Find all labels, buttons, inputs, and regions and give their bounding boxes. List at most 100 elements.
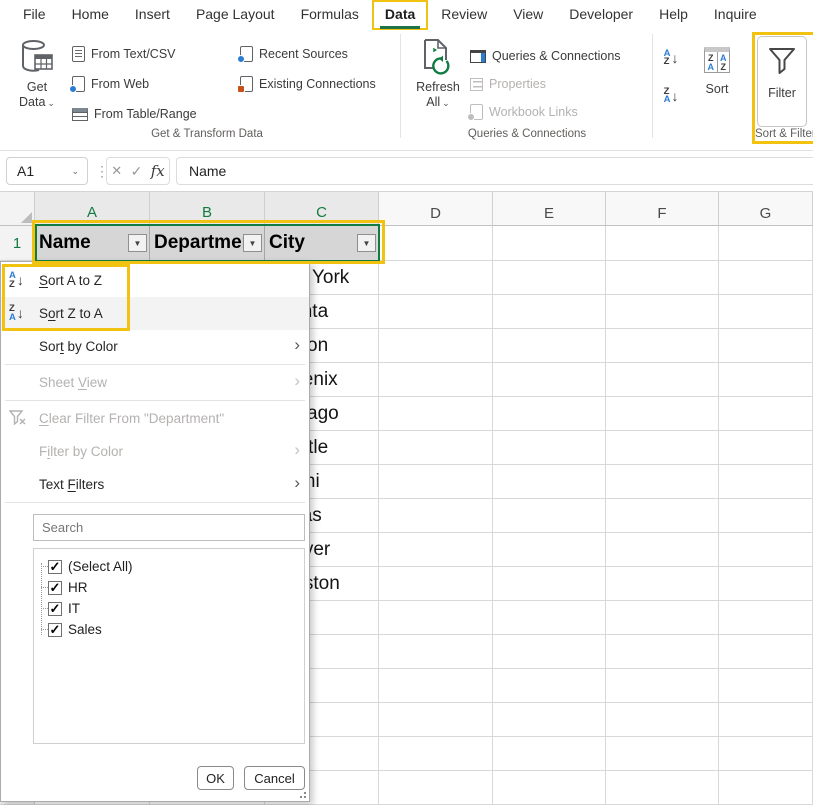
cell-A1[interactable]: Name▼ (35, 226, 150, 261)
cell-D17[interactable] (379, 771, 493, 805)
cell-G17[interactable] (719, 771, 813, 805)
cell-G8[interactable] (719, 465, 813, 499)
checkbox[interactable]: ✓ (48, 581, 62, 595)
from-text-csv-button[interactable]: From Text/CSV (72, 44, 176, 64)
tab-formulas[interactable]: Formulas (288, 0, 372, 30)
row-header-1[interactable]: 1 (0, 226, 35, 261)
cell-D7[interactable] (379, 431, 493, 465)
column-header-G[interactable]: G (719, 192, 813, 226)
tab-review[interactable]: Review (428, 0, 500, 30)
insert-function-icon[interactable]: fx (151, 162, 165, 180)
cell-E9[interactable] (493, 499, 606, 533)
from-table-range-button[interactable]: From Table/Range (72, 104, 197, 124)
tab-home[interactable]: Home (59, 0, 122, 30)
cell-F9[interactable] (606, 499, 719, 533)
cell-G6[interactable] (719, 397, 813, 431)
cell-E16[interactable] (493, 737, 606, 771)
cell-D8[interactable] (379, 465, 493, 499)
cell-G2[interactable] (719, 261, 813, 295)
filter-value-hr[interactable]: ✓HR (34, 577, 304, 598)
tab-data[interactable]: Data (372, 0, 428, 30)
cell-G4[interactable] (719, 329, 813, 363)
cell-E10[interactable] (493, 533, 606, 567)
cell-G3[interactable] (719, 295, 813, 329)
cell-F7[interactable] (606, 431, 719, 465)
cell-D6[interactable] (379, 397, 493, 431)
cell-E6[interactable] (493, 397, 606, 431)
cell-F6[interactable] (606, 397, 719, 431)
cell-F16[interactable] (606, 737, 719, 771)
queries-connections-button[interactable]: Queries & Connections (470, 46, 621, 66)
filter-value-select-all[interactable]: ✓(Select All) (34, 556, 304, 577)
cell-E13[interactable] (493, 635, 606, 669)
resize-grip[interactable] (298, 790, 306, 798)
cell-C1[interactable]: City▼ (265, 226, 379, 261)
chevron-down-icon[interactable]: ⌄ (71, 166, 79, 177)
filter-value-it[interactable]: ✓IT (34, 598, 304, 619)
select-all-corner[interactable] (0, 192, 35, 226)
cell-F13[interactable] (606, 635, 719, 669)
cell-D12[interactable] (379, 601, 493, 635)
cell-E1[interactable] (493, 226, 606, 261)
cell-F3[interactable] (606, 295, 719, 329)
column-header-D[interactable]: D (379, 192, 493, 226)
cell-G11[interactable] (719, 567, 813, 601)
cell-D13[interactable] (379, 635, 493, 669)
ok-button[interactable]: OK (197, 766, 234, 790)
filter-value-list[interactable]: ✓(Select All)✓HR✓IT✓Sales (33, 548, 305, 744)
cell-G12[interactable] (719, 601, 813, 635)
name-box[interactable]: A1 ⌄ (6, 157, 88, 185)
cell-D9[interactable] (379, 499, 493, 533)
cell-F5[interactable] (606, 363, 719, 397)
autofilter-button-name[interactable]: ▼ (128, 234, 147, 252)
cell-E14[interactable] (493, 669, 606, 703)
cell-E15[interactable] (493, 703, 606, 737)
tab-page-layout[interactable]: Page Layout (183, 0, 288, 30)
cell-D15[interactable] (379, 703, 493, 737)
autofilter-button-department[interactable]: ▼ (243, 234, 262, 252)
checkbox[interactable]: ✓ (48, 623, 62, 637)
cell-F12[interactable] (606, 601, 719, 635)
tab-insert[interactable]: Insert (122, 0, 183, 30)
refresh-all-button[interactable]: Refresh All⌄ (410, 36, 466, 111)
formula-input[interactable]: Name (176, 157, 813, 185)
cell-G7[interactable] (719, 431, 813, 465)
menu-item-sort-z-to-a[interactable]: ZA↓Sort Z to A (1, 297, 309, 330)
cell-B1[interactable]: Department▼ (150, 226, 265, 261)
column-header-E[interactable]: E (493, 192, 606, 226)
cell-G5[interactable] (719, 363, 813, 397)
cell-F14[interactable] (606, 669, 719, 703)
cancel-button[interactable]: Cancel (244, 766, 305, 790)
cell-D11[interactable] (379, 567, 493, 601)
sort-descending-button[interactable]: ZA↓ (656, 82, 686, 110)
cell-D3[interactable] (379, 295, 493, 329)
column-header-F[interactable]: F (606, 192, 719, 226)
cell-E4[interactable] (493, 329, 606, 363)
from-web-button[interactable]: From Web (72, 74, 149, 94)
cell-D10[interactable] (379, 533, 493, 567)
menu-item-sort-by-color[interactable]: Sort by Color› (1, 330, 309, 363)
column-header-C[interactable]: C (265, 192, 379, 226)
recent-sources-button[interactable]: Recent Sources (240, 44, 348, 64)
cell-G15[interactable] (719, 703, 813, 737)
sort-button[interactable]: ZAAZ Sort (694, 38, 740, 97)
tab-file[interactable]: File (10, 0, 59, 30)
tab-inquire[interactable]: Inquire (701, 0, 770, 30)
cell-G9[interactable] (719, 499, 813, 533)
tab-view[interactable]: View (500, 0, 556, 30)
cell-E2[interactable] (493, 261, 606, 295)
cell-D1[interactable] (379, 226, 493, 261)
cell-E5[interactable] (493, 363, 606, 397)
checkbox[interactable]: ✓ (48, 560, 62, 574)
cell-E11[interactable] (493, 567, 606, 601)
cell-F4[interactable] (606, 329, 719, 363)
cell-E12[interactable] (493, 601, 606, 635)
cell-F17[interactable] (606, 771, 719, 805)
cell-F2[interactable] (606, 261, 719, 295)
cell-E8[interactable] (493, 465, 606, 499)
cell-G10[interactable] (719, 533, 813, 567)
cell-E17[interactable] (493, 771, 606, 805)
get-data-button[interactable]: Get Data⌄ (8, 36, 66, 111)
cell-D5[interactable] (379, 363, 493, 397)
cell-F15[interactable] (606, 703, 719, 737)
